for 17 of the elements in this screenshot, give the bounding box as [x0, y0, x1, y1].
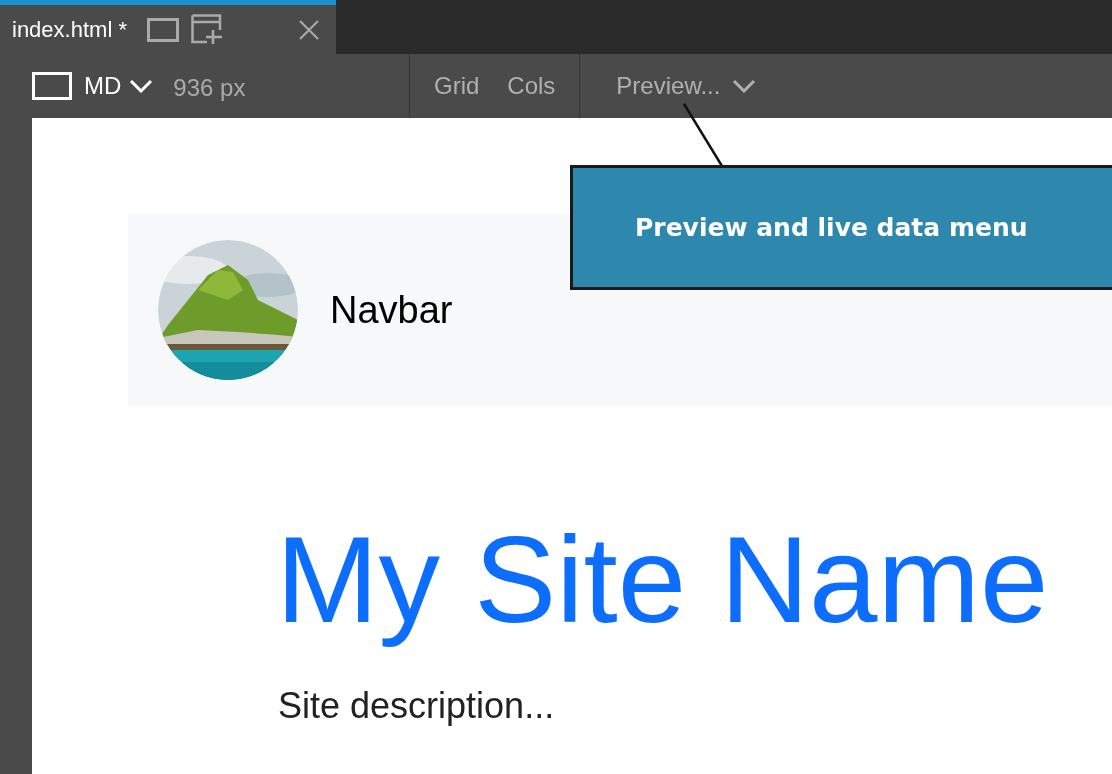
chevron-down-icon — [732, 79, 757, 93]
width-readout: 936 px — [173, 73, 246, 103]
breakpoint-dropdown[interactable]: MD — [84, 68, 154, 104]
site-description: Site description... — [278, 683, 556, 728]
toolbar-toggle[interactable]: Grid — [434, 68, 480, 104]
close-icon[interactable] — [298, 18, 320, 41]
device-icon[interactable] — [32, 72, 72, 100]
toolbar-toggle[interactable]: Cols — [507, 68, 556, 104]
chevron-down-icon — [129, 79, 154, 93]
callout-text: Preview and live data menu — [635, 211, 1028, 244]
document-tab[interactable]: index.html * — [0, 0, 336, 54]
preview-menu-button[interactable]: Preview... — [616, 68, 757, 104]
window-icon[interactable] — [146, 17, 179, 42]
tab-title: index.html * — [12, 16, 127, 44]
site-title: My Site Name — [276, 510, 1050, 650]
new-window-icon[interactable] — [190, 13, 225, 46]
navbar-brand[interactable]: Navbar — [330, 281, 453, 339]
